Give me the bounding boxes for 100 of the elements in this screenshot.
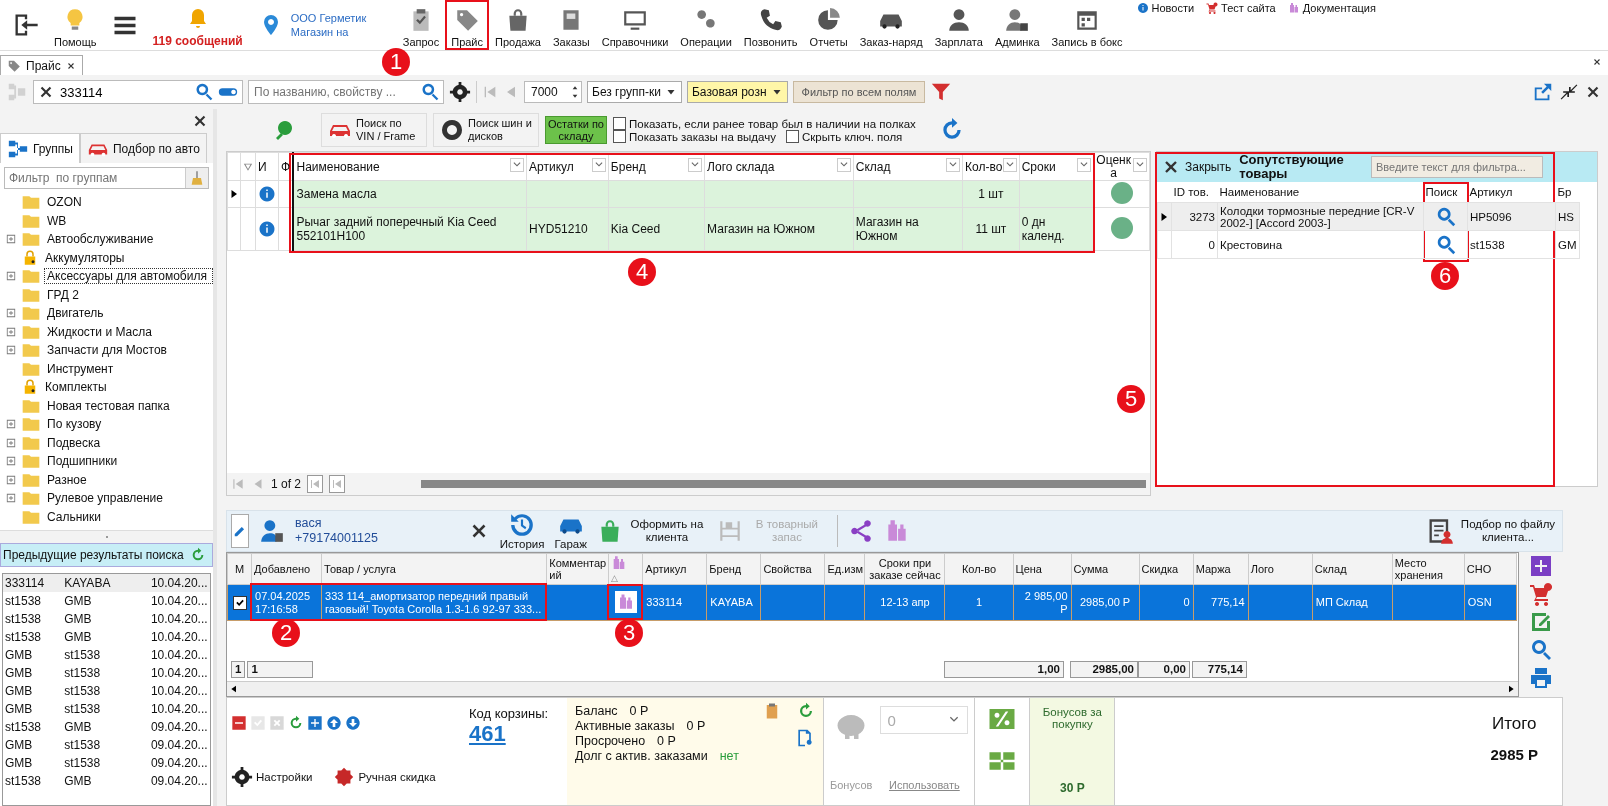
toolbar-button[interactable]: Помощь <box>48 0 103 50</box>
edit-button[interactable] <box>231 514 249 548</box>
name-search-field[interactable]: По названию, свойству ... <box>248 80 444 104</box>
stock-toggle[interactable]: Остатки по складу <box>545 116 607 144</box>
messages-button[interactable]: 119 сообщений <box>146 0 249 50</box>
column-header[interactable]: Склад <box>853 152 963 181</box>
settings-button[interactable]: Настройки <box>231 765 313 788</box>
action-button[interactable]: Поиск шин и дисков <box>433 113 539 147</box>
tree-item[interactable]: Автообслуживание <box>4 230 213 249</box>
toolbar-button[interactable]: Операции <box>674 0 738 50</box>
expand-icon[interactable] <box>6 456 16 467</box>
history-row[interactable]: st1538 GMB 10.04.20... <box>3 592 210 610</box>
checkbox[interactable] <box>232 595 247 610</box>
column-header[interactable]: Товар / услуга <box>321 553 547 585</box>
tree-item[interactable]: Новая тестовая папка <box>4 396 213 415</box>
option-checkbox[interactable]: Показать заказы на выдачу <box>613 130 776 143</box>
tree-item[interactable]: Сальники <box>4 507 213 526</box>
tree-item[interactable]: По кузову <box>4 415 213 434</box>
tree-item[interactable]: WB <box>4 211 213 230</box>
cart-action-button[interactable]: Оформить на клиента <box>596 518 707 544</box>
toolbar-button[interactable]: Продажа <box>489 0 547 50</box>
column-header[interactable]: Комментарий <box>546 553 609 585</box>
history-row[interactable]: st1538 GMB 09.04.20... <box>3 718 210 736</box>
column-header[interactable]: Артикул <box>526 152 609 181</box>
column-header[interactable]: Цена <box>1013 553 1072 585</box>
history-row[interactable]: GMB st1538 10.04.20... <box>3 682 210 700</box>
expand-icon[interactable] <box>6 234 16 245</box>
tree-item[interactable]: Подшипники <box>4 452 213 471</box>
toolbar-button[interactable]: Справочники <box>595 0 675 50</box>
page-size-spinner[interactable]: 7000 <box>524 81 582 103</box>
file-pick-button[interactable]: Подбор по файлу клиента... <box>1426 517 1556 545</box>
column-header[interactable]: Место хранения <box>1392 553 1465 585</box>
action-button[interactable]: Поиск по VIN / Frame <box>321 113 427 147</box>
group-filter-field[interactable]: Фильтр по группам <box>4 167 209 189</box>
column-header[interactable]: Наименование <box>1217 182 1424 203</box>
toolbar-button[interactable]: Заказы <box>546 0 596 50</box>
manual-discount-button[interactable]: Ручная скидка <box>333 765 436 788</box>
expand-icon[interactable] <box>6 474 16 485</box>
expand-icon[interactable] <box>6 419 16 430</box>
scroll-right-button[interactable] <box>1507 685 1516 693</box>
expand-icon[interactable] <box>6 326 16 337</box>
tree-item[interactable]: Аккумуляторы <box>4 248 213 267</box>
toolbar-button[interactable]: Позвонить <box>737 0 804 50</box>
tree-item[interactable]: OZON <box>4 193 213 212</box>
document-tab[interactable]: Прайс <box>0 55 83 75</box>
column-header[interactable]: Лого <box>1248 553 1313 585</box>
search-field[interactable]: 333114 <box>33 80 243 104</box>
filter-icon[interactable] <box>243 161 253 172</box>
toolbar-button[interactable]: Зарплата <box>928 0 989 50</box>
toolbar-button[interactable]: Запись в бокс <box>1045 0 1129 50</box>
group-filter-input[interactable]: Фильтр по группам <box>5 170 185 186</box>
toolbar-button[interactable]: Отчеты <box>803 0 854 50</box>
history-row[interactable]: GMB st1538 09.04.20... <box>3 754 210 772</box>
expand-icon[interactable] <box>6 437 16 448</box>
toolbar-button[interactable]: Запрос <box>396 0 446 50</box>
history-row[interactable]: GMB st1538 09.04.20... <box>3 736 210 754</box>
column-header[interactable]: Ед.изм <box>824 553 865 585</box>
column-header[interactable]: Кол-во <box>945 553 1014 585</box>
tree-item[interactable]: Подвеска <box>4 433 213 452</box>
panel-tab[interactable]: Подбор по авто <box>80 133 207 163</box>
scrollbar[interactable] <box>421 480 1146 488</box>
column-header[interactable]: Бренд <box>706 553 761 585</box>
column-header[interactable]: Бр <box>1555 182 1580 203</box>
grouping-dropdown[interactable]: Без групп-ки <box>587 81 682 103</box>
scroll-left-button[interactable] <box>230 685 238 693</box>
panel-tab[interactable]: Группы <box>0 133 80 163</box>
column-header[interactable]: СНО <box>1464 553 1517 585</box>
history-row[interactable]: 333114 KAYABA 10.04.20... <box>3 574 210 592</box>
cart-action-button[interactable]: Гараж <box>554 512 587 550</box>
column-header[interactable]: Поиск <box>1423 182 1468 203</box>
history-row[interactable]: st1538 GMB 10.04.20... <box>3 628 210 646</box>
column-header[interactable]: Добавлено <box>251 553 322 585</box>
column-header[interactable]: Оценк а <box>1093 152 1150 181</box>
name-search-input[interactable]: По названию, свойству ... <box>252 84 417 100</box>
expand-icon[interactable] <box>6 271 16 282</box>
column-header[interactable]: ID тов. <box>1171 182 1218 203</box>
history-row[interactable]: GMB st1538 10.04.20... <box>3 700 210 718</box>
toolbar-button[interactable]: Админка <box>988 0 1046 50</box>
toolbar-button[interactable]: Заказ-наряд <box>853 0 929 50</box>
basket-code-link[interactable]: 461 <box>469 721 561 747</box>
column-header[interactable]: Маржа <box>1193 553 1249 585</box>
client-name[interactable]: вася <box>295 516 378 531</box>
price-type-dropdown[interactable]: Базовая розн <box>687 81 788 103</box>
filter-field[interactable]: Введите текст для фильтра... <box>1371 156 1543 178</box>
column-header[interactable]: Артикул <box>1467 182 1556 203</box>
history-row[interactable]: GMB st1538 10.04.20... <box>3 646 210 664</box>
column-header[interactable]: Склад <box>1312 553 1393 585</box>
history-row[interactable]: st1538 GMB 10.04.20... <box>3 610 210 628</box>
history-row[interactable]: st1538 GMB 09.04.20... <box>3 772 210 790</box>
column-header[interactable]: Свойства <box>760 553 825 585</box>
column-header[interactable]: Сроки при заказе сейчас <box>864 553 945 585</box>
tree-item[interactable]: Жидкости и Масла <box>4 322 213 341</box>
search-input[interactable]: 333114 <box>58 83 191 101</box>
column-header[interactable]: Сумма <box>1071 553 1140 585</box>
column-header[interactable]: Лого склада <box>704 152 854 181</box>
top-link[interactable]: Тест сайта <box>1206 2 1276 14</box>
history-row[interactable]: GMB st1538 10.04.20... <box>3 664 210 682</box>
column-header[interactable]: Артикул <box>642 553 707 585</box>
column-header[interactable]: Скидка <box>1139 553 1194 585</box>
column-header[interactable]: Сроки <box>1019 152 1094 181</box>
